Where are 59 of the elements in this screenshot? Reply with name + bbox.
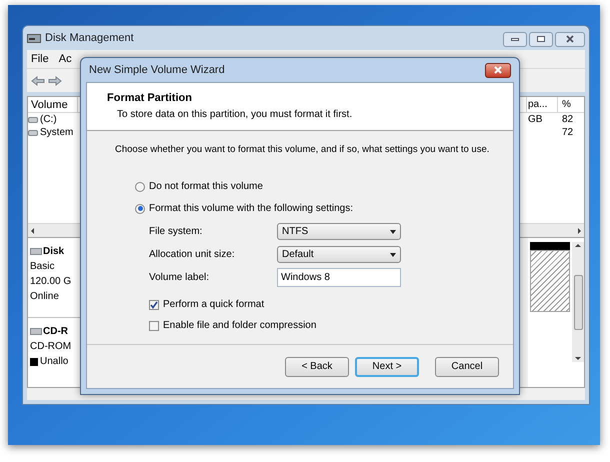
- close-icon: [566, 35, 574, 43]
- checkbox-label: Perform a quick format: [163, 298, 264, 312]
- scroll-right-icon[interactable]: [578, 228, 581, 234]
- disk-name: CD-R: [43, 325, 68, 339]
- checkbox-label: Enable file and folder compression: [163, 319, 316, 334]
- column-header[interactable]: %: [558, 97, 584, 112]
- maximize-icon: [537, 36, 545, 42]
- back-arrow-icon[interactable]: [31, 76, 45, 86]
- dialog-button[interactable]: Next >: [355, 356, 419, 376]
- instruction-text: Choose whether you want to format this volume, and if so, what settings you want to use.: [115, 143, 490, 157]
- table-cell-text: (C:): [40, 113, 57, 127]
- column-header[interactable]: pa...: [526, 97, 558, 112]
- radio-label: Do not format this volume: [149, 180, 263, 194]
- table-cell-text: GB: [527, 113, 544, 127]
- dialog-button[interactable]: < Back: [285, 356, 349, 376]
- close-icon: [494, 66, 502, 74]
- forward-arrow-icon[interactable]: [48, 76, 62, 86]
- close-button[interactable]: [555, 32, 585, 46]
- table-cell-text: 72: [561, 126, 574, 140]
- page-heading: Format Partition: [107, 91, 193, 106]
- close-button[interactable]: [485, 62, 511, 78]
- radio-button[interactable]: [135, 182, 145, 192]
- legend-label: Unallo: [40, 355, 68, 369]
- page-subheading: To store data on this partition, you must format it first.: [116, 108, 354, 122]
- disk-info: Basic: [30, 260, 56, 274]
- dropdown-arrow-icon: [390, 230, 396, 234]
- field-label: Allocation unit size:: [149, 248, 236, 262]
- input-field[interactable]: Windows 8: [277, 268, 401, 288]
- disk-info: 120.00 G: [30, 275, 72, 289]
- vertical-scrollbar[interactable]: [572, 242, 584, 362]
- radio-label: Format this volume with the following settings:: [149, 202, 353, 216]
- disk-name: Disk: [43, 245, 64, 259]
- minimize-button[interactable]: [503, 32, 527, 46]
- menu-item[interactable]: File: [31, 50, 49, 68]
- dialog-title: New Simple Volume Wizard: [89, 62, 225, 78]
- dropdown[interactable]: NTFS: [277, 223, 401, 240]
- menu-item[interactable]: Ac: [58, 50, 72, 68]
- window-title: Disk Management: [45, 30, 134, 46]
- disk-drive-icon: [27, 32, 41, 44]
- radio-button[interactable]: [135, 204, 145, 214]
- dropdown[interactable]: Default: [277, 246, 401, 264]
- checkbox[interactable]: [149, 320, 159, 331]
- maximize-button[interactable]: [529, 32, 553, 46]
- disk-info: Online: [30, 290, 60, 304]
- cd-drive-icon: [30, 328, 42, 335]
- disk-info: CD-ROM: [30, 340, 72, 354]
- minimize-icon: [511, 38, 519, 40]
- scroll-left-icon[interactable]: [31, 228, 34, 234]
- dropdown-arrow-icon: [390, 252, 396, 257]
- partition-header-bar: [530, 242, 570, 250]
- unallocated-partition: [530, 250, 570, 312]
- field-label: Volume label:: [149, 271, 210, 286]
- table-cell-text: 82: [561, 113, 574, 127]
- legend-swatch: [30, 358, 38, 366]
- column-header[interactable]: Volume: [28, 97, 78, 112]
- table-cell-text: System: [40, 126, 74, 140]
- field-label: File system:: [149, 225, 204, 240]
- dialog-button[interactable]: Cancel: [435, 356, 499, 376]
- checkbox[interactable]: [149, 300, 159, 310]
